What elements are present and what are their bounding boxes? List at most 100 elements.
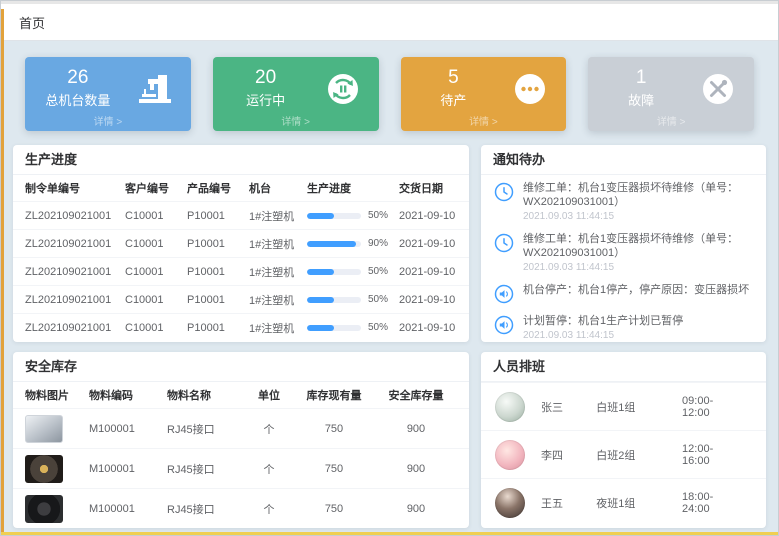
table-header: 物料图片 物料编码 物料名称 单位 库存现有量 安全库存量 <box>13 382 469 408</box>
machine: 1#注塑机 <box>249 236 307 252</box>
ellipsis-icon <box>506 72 554 116</box>
progress-bar <box>307 269 361 275</box>
notification-item[interactable]: 机台停产：机台1停产，停产原因：变压器损坏 <box>481 277 766 308</box>
stat-value: 26 <box>25 67 131 88</box>
machine: 1#注塑机 <box>249 320 307 336</box>
progress-fill <box>307 241 356 247</box>
cycle-icon <box>319 72 367 116</box>
product-no: P10001 <box>187 294 249 306</box>
shift-time: 09:00-12:00 <box>682 395 752 419</box>
panel-title: 安全库存 <box>13 352 469 382</box>
product-no: P10001 <box>187 266 249 278</box>
table-row: ZL202109021001 C10001 P10001 1#注塑机 50% 2… <box>13 313 469 341</box>
customer-no: C10001 <box>125 266 187 278</box>
avatar <box>495 392 525 422</box>
notification-time: 2021.09.03 11:44:15 <box>523 262 754 274</box>
material-code: M100001 <box>89 423 167 435</box>
machine: 1#注塑机 <box>249 264 307 280</box>
notification-item[interactable]: 维修工单：机台1变压器损坏待维修（单号：WX202109031001） 2021… <box>481 226 766 277</box>
progress-label: 50% <box>368 294 388 305</box>
stat-card-fault[interactable]: 1 故障 详情 > <box>588 57 754 131</box>
avatar <box>495 440 525 470</box>
progress-bar <box>307 297 361 303</box>
employee-name: 李四 <box>541 447 596 463</box>
column-header: 交货日期 <box>399 180 457 196</box>
material-image <box>25 455 63 483</box>
stat-card-waiting[interactable]: 5 待产 详情 > <box>401 57 567 131</box>
panel-grid: 生产进度 制令单编号 客户编号 产品编号 机台 生产进度 交货日期 ZL2021… <box>13 145 766 528</box>
panel-title: 通知待办 <box>481 145 766 175</box>
notification-item[interactable]: 计划暂停：机台1生产计划已暂停 2021.09.03 11:44:15 <box>481 308 766 342</box>
clock-icon <box>493 232 515 254</box>
detail-link[interactable]: 详情 > <box>401 113 567 128</box>
column-header: 产品编号 <box>187 180 249 196</box>
order-no: ZL202109021001 <box>25 322 125 334</box>
notification-text: 计划暂停：机台1生产计划已暂停 <box>523 314 683 328</box>
stat-card-running[interactable]: 20 运行中 详情 > <box>213 57 379 131</box>
dashboard-page: 首页 26 总机台数量 详情 > 20 <box>0 0 779 536</box>
column-header: 制令单编号 <box>25 180 125 196</box>
tab-home[interactable]: 首页 <box>19 13 45 32</box>
machine: 1#注塑机 <box>249 208 307 224</box>
product-no: P10001 <box>187 210 249 222</box>
progress-label: 50% <box>368 266 388 277</box>
column-header: 生产进度 <box>307 180 399 196</box>
progress-cell: 50% <box>307 266 399 277</box>
column-header: 单位 <box>245 387 293 403</box>
column-header: 安全库存量 <box>375 387 457 403</box>
material-name: RJ45接口 <box>167 421 245 437</box>
material-name: RJ45接口 <box>167 461 245 477</box>
window-left-edge <box>1 9 4 535</box>
panel-title: 生产进度 <box>13 145 469 175</box>
table-row: ZL202109021001 C10001 P10001 1#注塑机 50% 2… <box>13 285 469 313</box>
customer-no: C10001 <box>125 294 187 306</box>
notifications-panel: 通知待办 维修工单：机台1变压器损坏待维修（单号：WX202109031001）… <box>481 145 766 342</box>
progress-cell: 50% <box>307 210 399 221</box>
order-no: ZL202109021001 <box>25 266 125 278</box>
machine: 1#注塑机 <box>249 292 307 308</box>
stock-on-hand: 750 <box>293 423 375 435</box>
detail-link[interactable]: 详情 > <box>25 113 191 128</box>
progress-bar <box>307 213 361 219</box>
stock-on-hand: 750 <box>293 503 375 515</box>
table-header: 制令单编号 客户编号 产品编号 机台 生产进度 交货日期 <box>13 175 469 201</box>
stat-label: 总机台数量 <box>25 90 131 109</box>
detail-link[interactable]: 详情 > <box>588 113 754 128</box>
employee-name: 张三 <box>541 399 596 415</box>
shift-time: 18:00-24:00 <box>682 491 752 515</box>
column-header: 客户编号 <box>125 180 187 196</box>
stat-label: 运行中 <box>213 90 319 109</box>
material-name: RJ45接口 <box>167 501 245 517</box>
delivery-date: 2021-09-10 <box>399 266 457 278</box>
progress-bar <box>307 241 361 247</box>
progress-label: 50% <box>368 322 388 333</box>
notification-time: 2021.09.03 11:44:15 <box>523 330 683 342</box>
production-panel: 生产进度 制令单编号 客户编号 产品编号 机台 生产进度 交货日期 ZL2021… <box>13 145 469 342</box>
shift-group: 白班1组 <box>596 399 682 415</box>
safety-stock: 900 <box>375 463 457 475</box>
notification-time: 2021.09.03 11:44:15 <box>523 211 754 223</box>
shift-group: 夜班1组 <box>596 495 682 511</box>
topbar: 首页 <box>1 4 778 41</box>
avatar <box>495 488 525 518</box>
material-image <box>25 415 63 443</box>
customer-no: C10001 <box>125 322 187 334</box>
customer-no: C10001 <box>125 210 187 222</box>
delivery-date: 2021-09-10 <box>399 238 457 250</box>
order-no: ZL202109021001 <box>25 210 125 222</box>
material-unit: 个 <box>245 501 293 517</box>
column-header: 机台 <box>249 180 307 196</box>
inventory-panel: 安全库存 物料图片 物料编码 物料名称 单位 库存现有量 安全库存量 M1000… <box>13 352 469 528</box>
product-no: P10001 <box>187 238 249 250</box>
shift-group: 白班2组 <box>596 447 682 463</box>
material-unit: 个 <box>245 421 293 437</box>
notification-item[interactable]: 维修工单：机台1变压器损坏待维修（单号：WX202109031001） 2021… <box>481 175 766 226</box>
stat-card-total-machines[interactable]: 26 总机台数量 详情 > <box>25 57 191 131</box>
stat-label: 待产 <box>401 90 507 109</box>
speaker-icon <box>493 314 515 336</box>
machine-icon <box>131 74 179 114</box>
progress-fill <box>307 269 334 275</box>
employee-name: 王五 <box>541 495 596 511</box>
material-code: M100001 <box>89 503 167 515</box>
detail-link[interactable]: 详情 > <box>213 113 379 128</box>
